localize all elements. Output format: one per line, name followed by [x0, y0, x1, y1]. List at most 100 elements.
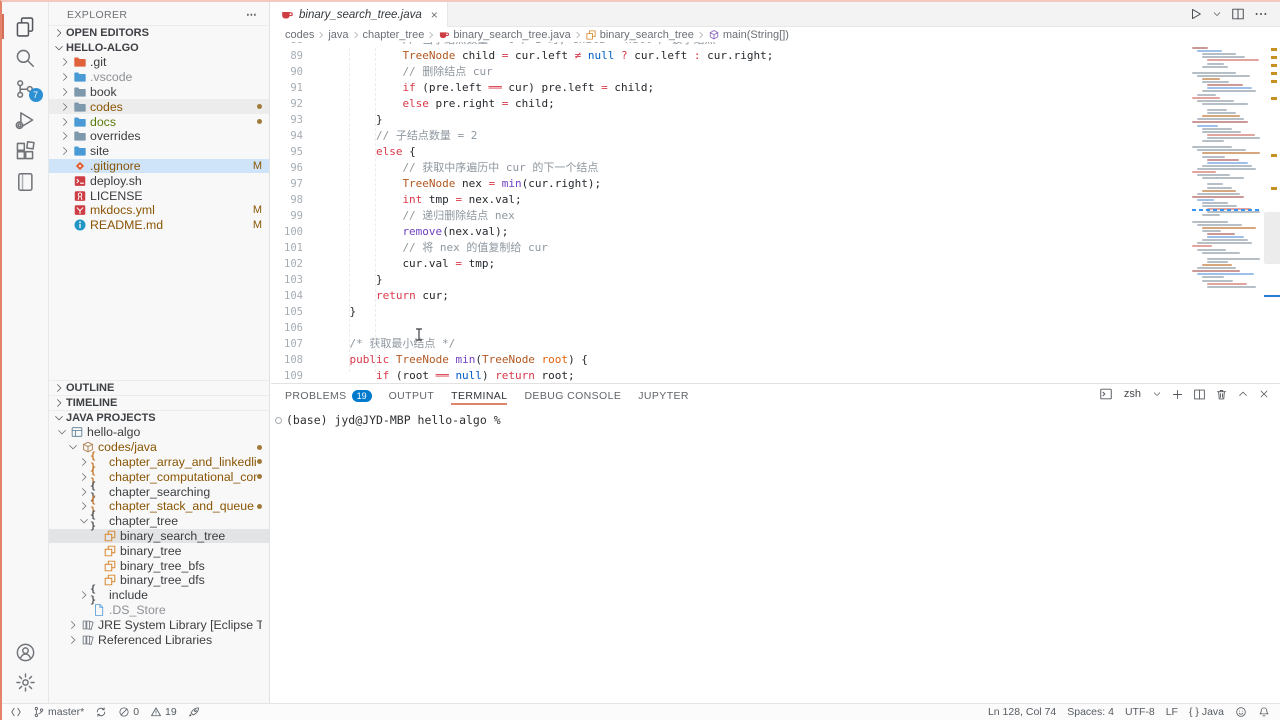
trash-icon[interactable] — [1215, 388, 1228, 401]
run-icon[interactable] — [1189, 7, 1203, 21]
explorer-item-site[interactable]: site — [49, 144, 269, 159]
java-item-binary_tree[interactable]: binary_tree — [49, 543, 269, 558]
timeline-header[interactable]: TIMELINE — [49, 395, 269, 410]
explorer-item-readme.md[interactable]: README.mdM — [49, 218, 269, 233]
chevron-down-icon[interactable] — [1212, 9, 1222, 19]
status-item[interactable]: Spaces: 4 — [1067, 706, 1114, 718]
status-item-warning[interactable]: 19 — [150, 706, 177, 718]
code-line-108[interactable]: 108public TreeNode min(TreeNode root) { — [271, 352, 1280, 368]
code-line-105[interactable]: 105} — [271, 304, 1280, 320]
status-item-git-branch[interactable]: master* — [33, 706, 84, 718]
close-icon[interactable] — [1258, 388, 1270, 400]
chevron-up-icon[interactable] — [1237, 388, 1249, 400]
activity-bar-item-run-debug[interactable] — [2, 104, 49, 135]
java-item-chapter_array_and_linkedlist[interactable]: { }chapter_array_and_linkedlist — [49, 455, 269, 470]
java-item-chapter_tree[interactable]: { }chapter_tree — [49, 514, 269, 529]
explorer-item-book[interactable]: book — [49, 85, 269, 100]
java-item-chapter_searching[interactable]: { }chapter_searching — [49, 484, 269, 499]
code-line-90[interactable]: 90// 删除结点 cur — [271, 64, 1280, 80]
status-item-remote[interactable] — [10, 706, 22, 718]
activity-bar-item-explorer[interactable] — [2, 11, 49, 42]
more-actions-icon[interactable] — [1254, 7, 1268, 21]
tab-binary-search-tree[interactable]: binary_search_tree.java × — [271, 2, 448, 27]
panel-tab-output[interactable]: OUTPUT — [389, 384, 435, 407]
open-editors-header[interactable]: OPEN EDITORS — [49, 25, 269, 40]
status-item-rocket[interactable] — [188, 706, 200, 718]
code-line-98[interactable]: 98int tmp = nex.val; — [271, 192, 1280, 208]
activity-bar-item-source-control[interactable]: 7 — [2, 73, 49, 104]
explorer-item-mkdocs.yml[interactable]: mkdocs.ymlM — [49, 203, 269, 218]
code-line-95[interactable]: 95else { — [271, 144, 1280, 160]
plus-icon[interactable] — [1171, 388, 1184, 401]
code-line-97[interactable]: 97TreeNode nex = min(cur.right); — [271, 176, 1280, 192]
activity-bar-item-extensions[interactable] — [2, 135, 49, 166]
status-item[interactable]: UTF-8 — [1125, 706, 1155, 718]
code-line-99[interactable]: 99// 递归删除结点 nex — [271, 208, 1280, 224]
status-item-sync[interactable] — [95, 706, 107, 718]
activity-bar-item-settings-gear[interactable] — [2, 667, 49, 697]
activity-bar-item-search[interactable] — [2, 42, 49, 73]
explorer-item-overrides[interactable]: overrides — [49, 129, 269, 144]
code-line-109[interactable]: 109if (root ══ null) return root; — [271, 368, 1280, 383]
java-item-hello-algo[interactable]: hello-algo — [49, 425, 269, 440]
activity-bar-item-notebook[interactable] — [2, 166, 49, 197]
split-editor-icon[interactable] — [1193, 388, 1206, 401]
chevron-down-icon[interactable] — [1152, 389, 1162, 399]
close-icon[interactable]: × — [431, 8, 438, 22]
explorer-item-codes[interactable]: codes — [49, 99, 269, 114]
code-line-102[interactable]: 102cur.val = tmp; — [271, 256, 1280, 272]
explorer-item-.vscode[interactable]: .vscode — [49, 70, 269, 85]
terminal-content[interactable]: (base) jyd@JYD-MBP hello-algo % — [275, 413, 501, 427]
minimap[interactable] — [1192, 47, 1264, 377]
code-line-93[interactable]: 93} — [271, 112, 1280, 128]
scrollbar-thumb[interactable] — [1264, 212, 1280, 264]
breadcrumb-item[interactable]: java — [328, 29, 348, 41]
split-editor-icon[interactable] — [1231, 7, 1245, 21]
java-item-jresystemlibraryeclipsetemurin1717....[interactable]: JRE System Library [Eclipse Temurin 17 [… — [49, 617, 269, 632]
java-item-referencedlibraries[interactable]: Referenced Libraries — [49, 632, 269, 647]
panel-tab-terminal[interactable]: TERMINAL — [451, 384, 507, 407]
explorer-item-deploy.sh[interactable]: deploy.sh — [49, 173, 269, 188]
code-line-89[interactable]: 89TreeNode child = cur.left ≠ null ? cur… — [271, 48, 1280, 64]
code-line-104[interactable]: 104return cur; — [271, 288, 1280, 304]
java-item-.ds_store[interactable]: .DS_Store — [49, 603, 269, 618]
java-item-include[interactable]: { }include — [49, 588, 269, 603]
workspace-root-header[interactable]: HELLO-ALGO — [49, 40, 269, 55]
panel-tab-jupyter[interactable]: JUPYTER — [638, 384, 689, 407]
explorer-item-.gitignore[interactable]: .gitignoreM — [49, 159, 269, 174]
java-item-chapter_computational_complexity[interactable]: { }chapter_computational_complexity — [49, 469, 269, 484]
status-item[interactable]: LF — [1166, 706, 1178, 718]
activity-bar-item-account[interactable] — [2, 637, 49, 667]
code-line-101[interactable]: 101// 将 nex 的值复制给 cur — [271, 240, 1280, 256]
java-item-chapter_stack_and_queue[interactable]: { }chapter_stack_and_queue — [49, 499, 269, 514]
panel-tab-debug-console[interactable]: DEBUG CONSOLE — [524, 384, 621, 407]
overview-ruler[interactable] — [1264, 42, 1280, 383]
code-line-92[interactable]: 92else pre.right = child; — [271, 96, 1280, 112]
status-item[interactable]: Ln 128, Col 74 — [988, 706, 1056, 718]
code-line-103[interactable]: 103} — [271, 272, 1280, 288]
explorer-item-license[interactable]: LICENSE — [49, 188, 269, 203]
code-editor[interactable]: 88// 当子结点数量 = 0 / 1 时, child = null / 该子… — [271, 42, 1280, 383]
code-line-94[interactable]: 94// 子结点数量 = 2 — [271, 128, 1280, 144]
panel-tab-problems[interactable]: PROBLEMS19 — [285, 384, 372, 407]
java-item-binary_tree_bfs[interactable]: binary_tree_bfs — [49, 558, 269, 573]
breadcrumb-item[interactable]: main(String[]) — [708, 29, 789, 41]
java-item-codesjava[interactable]: codes/java — [49, 440, 269, 455]
code-line-100[interactable]: 100remove(nex.val); — [271, 224, 1280, 240]
status-item-error[interactable]: 0 — [118, 706, 139, 718]
code-line-91[interactable]: 91if (pre.left ══ cur) pre.left = child; — [271, 80, 1280, 96]
java-item-binary_tree_dfs[interactable]: binary_tree_dfs — [49, 573, 269, 588]
explorer-item-.git[interactable]: .git — [49, 55, 269, 70]
breadcrumb-item[interactable]: binary_search_tree.java — [438, 29, 570, 41]
status-item-bell[interactable] — [1258, 706, 1270, 718]
breadcrumb-item[interactable]: codes — [285, 29, 314, 41]
breadcrumb-item[interactable]: chapter_tree — [363, 29, 425, 41]
code-line-96[interactable]: 96// 获取中序遍历中 cur 的下一个结点 — [271, 160, 1280, 176]
java-projects-header[interactable]: JAVA PROJECTS — [49, 410, 269, 425]
explorer-item-docs[interactable]: docs — [49, 114, 269, 129]
status-item-feedback[interactable] — [1235, 706, 1247, 718]
more-actions-icon[interactable]: ⋯ — [246, 9, 257, 21]
outline-header[interactable]: OUTLINE — [49, 380, 269, 395]
status-item[interactable]: { } Java — [1189, 706, 1224, 718]
breadcrumb-item[interactable]: binary_search_tree — [585, 29, 694, 41]
